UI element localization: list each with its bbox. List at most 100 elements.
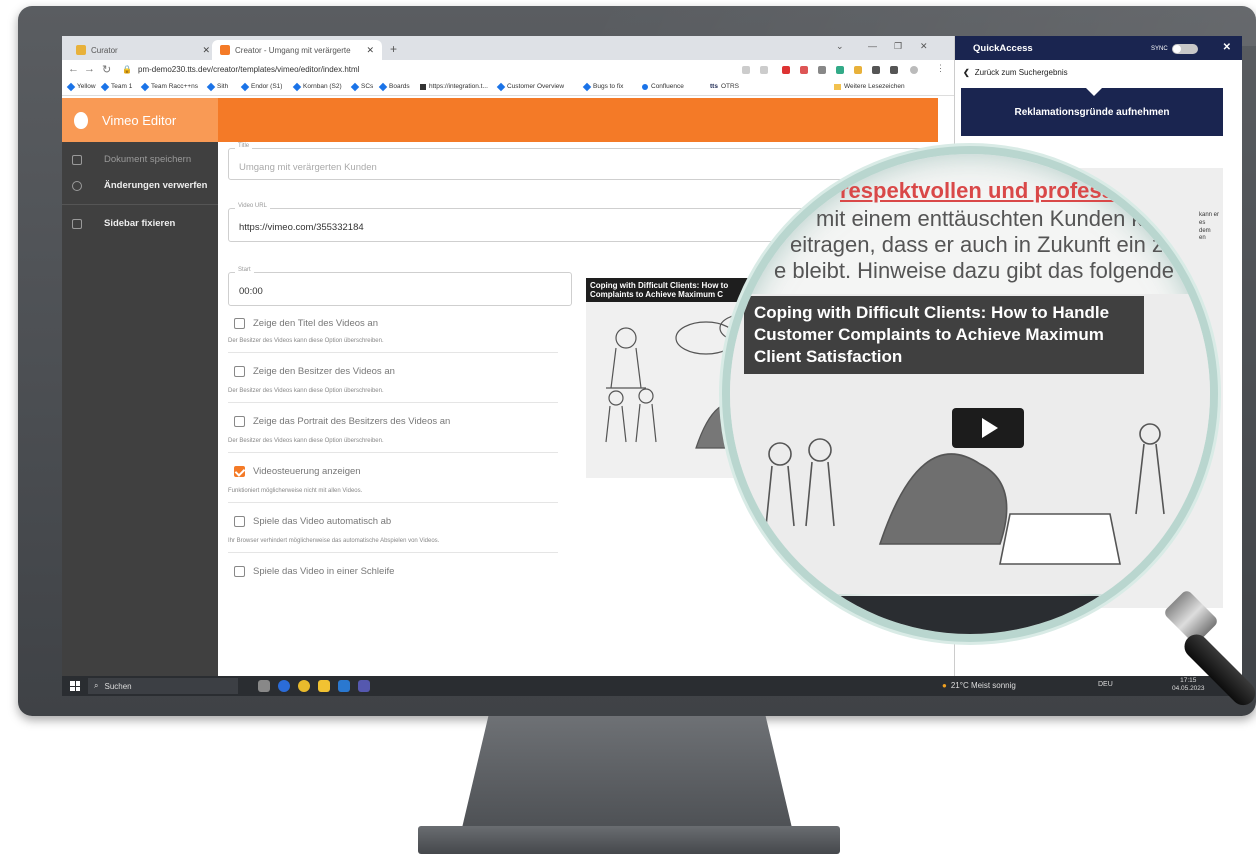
forward-icon[interactable]: → <box>84 63 95 75</box>
option-show-owner[interactable]: Zeige den Besitzer des Videos an <box>234 366 395 377</box>
option-autoplay[interactable]: Spiele das Video automatisch ab <box>234 516 391 527</box>
back-to-results-link[interactable]: ❮ Zurück zum Suchergebnis <box>963 68 1068 77</box>
search-icon: ⌕ <box>94 681 99 690</box>
browser-tabbar: Curator ✕ Creator - Umgang mit verärgert… <box>62 36 954 60</box>
tab-curator[interactable]: Curator ✕ <box>68 40 218 60</box>
bookmark-item[interactable]: Yellow <box>66 82 96 91</box>
magnifier: respektvollen und professi mit einem ent… <box>722 146 1222 646</box>
quickaccess-banner[interactable]: Reklamationsgründe aufnehmen <box>961 87 1223 136</box>
outlook-icon[interactable] <box>338 680 350 692</box>
bookmark-item[interactable]: Boards <box>378 82 410 91</box>
monitor-stand-foot <box>418 826 840 854</box>
system-tray-lang[interactable]: DEU <box>1098 681 1113 688</box>
task-view-icon[interactable] <box>258 680 270 692</box>
back-icon[interactable]: ← <box>68 63 79 75</box>
option-divider <box>228 452 558 453</box>
bookmark-item[interactable]: Weitere Lesezeichen <box>834 83 905 90</box>
curator-favicon-icon <box>76 45 86 55</box>
close-icon[interactable]: ✕ <box>1223 42 1231 53</box>
address-bar: ← → ↻ 🔒 pm-demo230.tts.dev/creator/templ… <box>62 60 954 80</box>
checkbox[interactable] <box>234 366 245 377</box>
bookmark-star-icon[interactable] <box>760 66 768 74</box>
bookmark-item[interactable]: tts OTRS <box>710 83 739 90</box>
close-window-icon[interactable]: ✕ <box>920 41 928 52</box>
magnified-line: mit einem enttäuschten Kunden kön <box>816 206 1168 231</box>
option-divider <box>228 502 558 503</box>
url-field[interactable]: pm-demo230.tts.dev/creator/templates/vim… <box>138 65 359 74</box>
toggle-switch[interactable] <box>1171 44 1198 54</box>
pin-sidebar-button[interactable]: Sidebar fixieren <box>72 218 175 229</box>
start-time-field[interactable]: Start 00:00 <box>228 267 572 306</box>
option-divider <box>228 552 558 553</box>
close-tab-icon[interactable]: ✕ <box>366 45 374 56</box>
pear-logo-icon <box>74 111 88 129</box>
curator-extension-icon[interactable] <box>854 66 862 74</box>
pocket-icon[interactable] <box>800 66 808 74</box>
bookmark-item[interactable]: SCs <box>350 82 373 91</box>
checkbox[interactable] <box>234 516 245 527</box>
creator-favicon-icon <box>220 45 230 55</box>
tab-search-icon[interactable]: ⌄ <box>836 41 844 52</box>
option-show-portrait[interactable]: Zeige das Portrait des Besitzers des Vid… <box>234 416 450 427</box>
explorer-icon[interactable] <box>318 680 330 692</box>
discard-changes-button[interactable]: Änderungen verwerfen <box>72 180 207 191</box>
bookmark-item[interactable]: Sith <box>206 82 228 91</box>
option-show-title[interactable]: Zeige den Titel des Videos an <box>234 318 378 329</box>
option-hint: Der Besitzer des Videos kann diese Optio… <box>228 338 384 344</box>
magnifier-lens: respektvollen und professi mit einem ent… <box>722 146 1218 642</box>
app-logo-area: Vimeo Editor <box>62 98 218 142</box>
camera-icon[interactable] <box>818 66 826 74</box>
play-button[interactable] <box>952 408 1024 448</box>
menu-dots-icon[interactable]: ⋮ <box>936 63 945 74</box>
checkbox-checked[interactable] <box>234 466 245 477</box>
checkbox[interactable] <box>234 416 245 427</box>
bookmark-item[interactable]: https://integration.t... <box>420 83 488 90</box>
edge-icon[interactable] <box>278 680 290 692</box>
puzzle-icon[interactable] <box>872 66 880 74</box>
bookmark-item[interactable]: Team Racc++ns <box>140 82 198 91</box>
extension-icon[interactable] <box>836 66 844 74</box>
bookmark-item[interactable]: Bugs to fix <box>582 82 623 91</box>
reload-icon[interactable]: ↻ <box>102 63 111 76</box>
bookmark-item[interactable]: Endor (S1) <box>240 82 282 91</box>
bookmarks-bar: Yellow Team 1 Team Racc++ns Sith Endor (… <box>62 80 954 96</box>
magnified-line: eitragen, dass er auch in Zukunft ein zu… <box>790 232 1194 257</box>
checkbox[interactable] <box>234 566 245 577</box>
tab-creator[interactable]: Creator - Umgang mit verärgerte ✕ <box>212 40 382 60</box>
minimize-icon[interactable]: — <box>868 41 877 51</box>
profile-icon[interactable] <box>910 66 918 74</box>
option-hint: Funktioniert möglicherweise nicht mit al… <box>228 488 363 494</box>
chrome-icon[interactable] <box>298 680 310 692</box>
share-icon[interactable] <box>742 66 750 74</box>
extension-icon[interactable] <box>782 66 790 74</box>
lock-icon: 🔒 <box>122 65 132 74</box>
discard-icon <box>72 180 82 191</box>
option-divider <box>228 402 558 403</box>
checkbox[interactable] <box>234 318 245 329</box>
sun-icon: ● <box>942 681 947 690</box>
new-tab-icon[interactable]: + <box>390 42 397 56</box>
checkbox-icon <box>72 218 82 229</box>
magnified-video: Coping with Difficult Clients: How to Ha… <box>730 294 1210 594</box>
maximize-icon[interactable]: ❐ <box>894 41 902 52</box>
app-title: Vimeo Editor <box>102 112 177 128</box>
sync-toggle[interactable]: SYNC <box>1151 44 1198 54</box>
windows-start-icon[interactable] <box>70 681 80 691</box>
save-document-button[interactable]: Dokument speichern <box>72 154 191 165</box>
option-hint: Ihr Browser verhindert möglicherweise da… <box>228 538 440 544</box>
taskbar-search[interactable]: ⌕ Suchen <box>88 678 238 694</box>
option-show-controls[interactable]: Videosteuerung anzeigen <box>234 466 361 477</box>
bookmark-item[interactable]: Confluence <box>642 83 684 90</box>
bookmark-item[interactable]: Kornban (S2) <box>292 82 342 91</box>
save-icon <box>72 154 82 165</box>
sidepanel-icon[interactable] <box>890 66 898 74</box>
bookmark-item[interactable]: Team 1 <box>100 82 132 91</box>
taskbar-clock[interactable]: 17:15 04.05.2023 <box>1172 677 1205 694</box>
weather-widget[interactable]: ● 21°C Meist sonnig <box>942 681 1016 690</box>
bookmark-item[interactable]: Customer Overview <box>496 82 564 91</box>
teams-icon[interactable] <box>358 680 370 692</box>
option-divider <box>228 352 558 353</box>
option-loop[interactable]: Spiele das Video in einer Schleife <box>234 566 394 577</box>
option-hint: Der Besitzer des Videos kann diese Optio… <box>228 438 384 444</box>
close-tab-icon[interactable]: ✕ <box>202 45 210 56</box>
